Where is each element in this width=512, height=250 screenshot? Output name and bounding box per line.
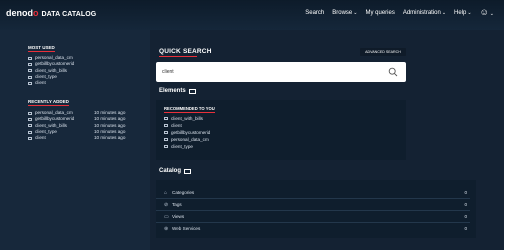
chevron-down-icon: ⌄	[441, 10, 447, 16]
view-icon	[28, 111, 32, 115]
app-window: denodo DATA CATALOG Search Browse⌄ My que…	[0, 0, 504, 250]
list-item[interactable]: getbillbycustomerid	[164, 129, 210, 136]
list-item[interactable]: client_type	[164, 143, 210, 150]
user-icon: ☺	[479, 7, 489, 17]
tag-icon: ⊘	[164, 202, 169, 208]
view-icon	[28, 69, 32, 73]
catalog-heading: Catalog	[159, 168, 192, 174]
catalog-icon	[184, 168, 192, 174]
quick-search-box	[156, 62, 406, 82]
recommended-list: client_with_bills client getbillbycustom…	[164, 115, 210, 150]
view-icon	[28, 62, 32, 66]
denodo-logo[interactable]: denodo DATA CATALOG	[6, 8, 96, 18]
web-service-icon: ⊛	[164, 226, 169, 232]
recently-added-list: personal_data_cm 10 minutes ago getbillby…	[28, 110, 125, 141]
main-nav: Search Browse⌄ My queries Administration…	[305, 7, 494, 18]
view-icon	[28, 75, 32, 79]
view-icon	[164, 145, 168, 149]
quick-search-title: QUICK SEARCH	[159, 48, 212, 57]
search-input[interactable]	[162, 68, 372, 76]
brand-name: denodo	[6, 8, 39, 18]
count: 0	[464, 190, 467, 195]
catalog-row-web-services[interactable]: ⊛ Web Services 0	[156, 224, 470, 234]
elements-panel: RECOMMENDED TO YOU client_with_bills cli…	[156, 100, 406, 160]
advanced-search-button[interactable]: ADVANCED SEARCH	[360, 48, 406, 56]
view-icon	[28, 56, 32, 60]
recommended-title: RECOMMENDED TO YOU	[164, 106, 215, 113]
count: 0	[464, 202, 467, 207]
nav-search[interactable]: Search	[305, 10, 324, 16]
view-icon	[28, 124, 32, 128]
product-name: DATA CATALOG	[41, 11, 97, 18]
view-icon	[164, 117, 168, 121]
user-menu[interactable]: ☺⌄	[479, 7, 494, 18]
catalog-row-views[interactable]: ▭ Views 0	[156, 212, 470, 223]
catalog-row-categories[interactable]: ⌂ Categories 0	[156, 188, 470, 199]
view-icon	[28, 136, 32, 140]
page-margin	[504, 0, 512, 250]
most-used-title: MOST USED	[28, 45, 55, 52]
catalog-row-tags[interactable]: ⊘ Tags 0	[156, 200, 470, 211]
chevron-down-icon: ⌄	[467, 10, 472, 16]
top-navigation-bar: denodo DATA CATALOG Search Browse⌄ My que…	[0, 0, 504, 30]
nav-help[interactable]: Help⌄	[454, 10, 472, 16]
grid-icon	[188, 88, 196, 94]
elements-heading: Elements	[159, 88, 196, 94]
list-item[interactable]: personal_data_cm	[164, 136, 210, 143]
view-icon: ▭	[164, 214, 169, 220]
left-sidebar	[0, 30, 150, 250]
nav-browse[interactable]: Browse⌄	[332, 10, 357, 16]
recently-added-title: RECENTLY ADDED	[28, 99, 69, 106]
list-item[interactable]: client 10 minutes ago	[28, 135, 125, 141]
view-icon	[164, 138, 168, 142]
list-item[interactable]: client	[28, 80, 74, 86]
chevron-down-icon: ⌄	[353, 10, 358, 16]
nav-my-queries[interactable]: My queries	[365, 10, 394, 16]
list-item[interactable]: client	[164, 122, 210, 129]
count: 0	[464, 214, 467, 219]
nav-administration[interactable]: Administration⌄	[403, 10, 446, 16]
list-item[interactable]: client_with_bills	[164, 115, 210, 122]
categories-icon: ⌂	[164, 190, 168, 196]
view-icon	[164, 131, 168, 135]
catalog-panel: ⌂ Categories 0 ⊘ Tags 0 ▭ Views 0 ⊛ Web Service…	[156, 180, 476, 238]
count: 0	[464, 226, 467, 231]
chevron-down-icon: ⌄	[489, 11, 494, 17]
most-used-list: personal_data_cm getbillbycustomerid cli…	[28, 55, 74, 86]
added-time: 10 minutes ago	[94, 135, 126, 141]
view-icon	[28, 130, 32, 134]
view-icon	[28, 117, 32, 121]
view-icon	[164, 124, 168, 128]
view-icon	[28, 81, 32, 85]
search-icon[interactable]	[388, 67, 398, 77]
